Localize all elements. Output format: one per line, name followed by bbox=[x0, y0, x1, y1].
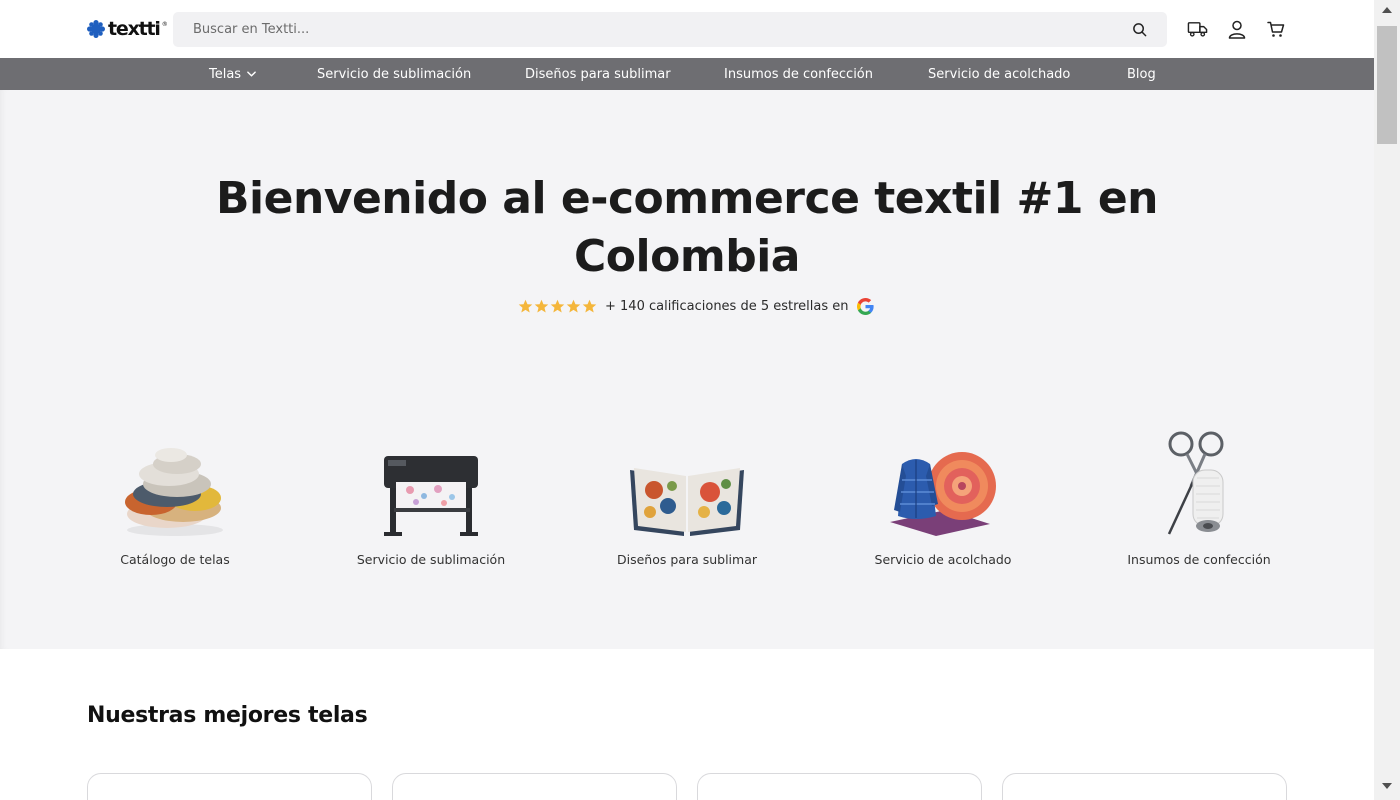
hero-title: Bienvenido al e-commerce textil #1 en Co… bbox=[0, 170, 1374, 286]
category-label: Catálogo de telas bbox=[120, 552, 230, 567]
nav-item-blog[interactable]: Blog bbox=[1127, 58, 1156, 90]
nav-item-label: Diseños para sublimar bbox=[525, 66, 671, 82]
cart-button[interactable] bbox=[1265, 18, 1287, 40]
nav-item-insumos[interactable]: Insumos de confección bbox=[724, 58, 873, 90]
fabric-pile-image bbox=[75, 426, 275, 538]
truck-icon bbox=[1187, 22, 1207, 37]
logo-mark-icon bbox=[87, 20, 105, 38]
google-icon bbox=[856, 297, 874, 315]
category-disenos-sublimar[interactable]: Diseños para sublimar bbox=[587, 426, 787, 567]
star-icon bbox=[582, 299, 597, 312]
scissors-thread-image bbox=[1099, 426, 1299, 538]
cart-icon bbox=[1267, 21, 1285, 37]
hero-title-line1: Bienvenido al e-commerce textil #1 en bbox=[216, 173, 1158, 224]
nav-item-label: Insumos de confección bbox=[724, 66, 874, 82]
chevron-down-icon bbox=[247, 71, 256, 77]
category-catalogo-telas[interactable]: Catálogo de telas bbox=[75, 426, 275, 567]
site-header: textti ® bbox=[0, 0, 1374, 58]
hero-title-line2: Colombia bbox=[574, 231, 800, 282]
star-icon bbox=[566, 299, 581, 312]
quilted-jacket-image bbox=[843, 426, 1043, 538]
logo-trademark: ® bbox=[161, 20, 168, 28]
main-nav: Telas Servicio de sublimación Diseños pa… bbox=[0, 58, 1374, 90]
account-button[interactable] bbox=[1226, 18, 1248, 40]
page-scrollbar[interactable] bbox=[1374, 0, 1400, 800]
category-label: Servicio de sublimación bbox=[356, 552, 506, 567]
product-card[interactable] bbox=[392, 773, 677, 800]
scroll-up-button[interactable] bbox=[1374, 2, 1400, 18]
nav-item-sublimacion[interactable]: Servicio de sublimación bbox=[317, 58, 471, 90]
star-icon bbox=[550, 299, 565, 312]
design-book-image bbox=[587, 426, 787, 538]
triangle-down-icon bbox=[1382, 783, 1392, 789]
nav-item-acolchado[interactable]: Servicio de acolchado bbox=[928, 58, 1070, 90]
nav-item-label: Blog bbox=[1127, 66, 1156, 82]
logo-text: textti bbox=[108, 18, 161, 40]
nav-item-telas[interactable]: Telas bbox=[209, 58, 256, 90]
triangle-up-icon bbox=[1382, 7, 1392, 13]
search-button[interactable] bbox=[1129, 20, 1149, 40]
nav-item-label: Servicio de acolchado bbox=[928, 66, 1071, 82]
scrollbar-thumb[interactable] bbox=[1377, 26, 1397, 144]
star-icon bbox=[518, 299, 533, 312]
product-card[interactable] bbox=[1002, 773, 1287, 800]
rating-stars bbox=[518, 299, 597, 314]
user-icon bbox=[1228, 20, 1246, 39]
category-insumos-confeccion[interactable]: Insumos de confección bbox=[1099, 426, 1299, 567]
nav-item-disenos[interactable]: Diseños para sublimar bbox=[525, 58, 671, 90]
printer-image bbox=[331, 426, 531, 538]
shipping-button[interactable] bbox=[1186, 18, 1208, 40]
category-servicio-sublimacion[interactable]: Servicio de sublimación bbox=[331, 426, 531, 567]
category-servicio-acolchado[interactable]: Servicio de acolchado bbox=[843, 426, 1043, 567]
scroll-down-button[interactable] bbox=[1374, 778, 1400, 794]
product-card[interactable] bbox=[87, 773, 372, 800]
search-icon bbox=[1132, 23, 1146, 37]
category-label: Diseños para sublimar bbox=[616, 552, 757, 567]
hero-section: Bienvenido al e-commerce textil #1 en Co… bbox=[0, 90, 1374, 649]
nav-item-label: Servicio de sublimación bbox=[317, 66, 472, 82]
search-input[interactable] bbox=[173, 12, 1129, 47]
star-icon bbox=[534, 299, 549, 312]
category-label: Insumos de confección bbox=[1127, 552, 1271, 567]
rating-text: + 140 calificaciones de 5 estrellas en bbox=[605, 298, 849, 314]
logo[interactable]: textti ® bbox=[86, 18, 168, 40]
nav-item-label: Telas bbox=[209, 66, 242, 82]
search-bar bbox=[173, 12, 1167, 47]
best-fabrics-title: Nuestras mejores telas bbox=[87, 703, 368, 728]
category-label: Servicio de acolchado bbox=[874, 552, 1012, 567]
product-card[interactable] bbox=[697, 773, 982, 800]
google-rating: + 140 calificaciones de 5 estrellas en bbox=[518, 296, 874, 316]
